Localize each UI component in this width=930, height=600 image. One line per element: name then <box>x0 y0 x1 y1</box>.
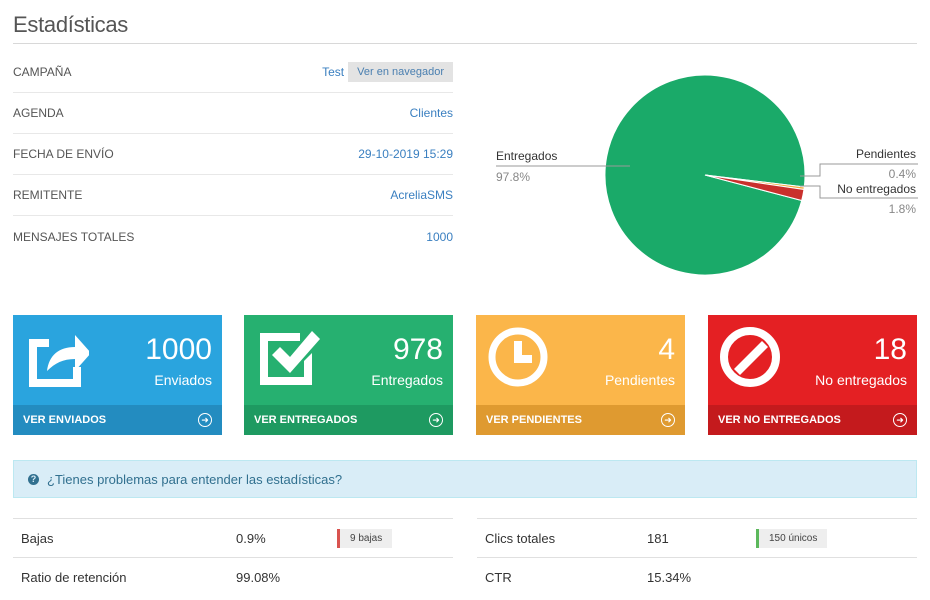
card-failed: 18 No entregados VER NO ENTREGADOS ➜ <box>708 315 917 435</box>
page-title: Estadísticas <box>13 12 129 37</box>
card-sent-number: 1000 <box>145 333 212 366</box>
clicks-label: Clics totales <box>485 530 556 546</box>
info-row-campaign: CAMPAÑA Test Ver en navegador <box>13 52 453 93</box>
clicks-badge[interactable]: 150 únicos <box>756 528 828 548</box>
date-value: 29-10-2019 15:29 <box>358 147 453 161</box>
help-banner[interactable]: ? ¿Tienes problemas para entender las es… <box>13 460 917 498</box>
info-row-agenda: AGENDA Clientes <box>13 93 453 134</box>
card-pending: 4 Pendientes VER PENDIENTES ➜ <box>476 315 685 435</box>
check-icon <box>260 331 320 385</box>
info-row-date: FECHA DE ENVÍO 29-10-2019 15:29 <box>13 134 453 175</box>
arrow-right-icon: ➜ <box>893 413 907 427</box>
card-pending-label: Pendientes <box>604 372 675 388</box>
share-icon <box>29 335 89 387</box>
stats-row-ctr: CTR 15.34% <box>477 557 917 596</box>
view-delivered-link[interactable]: VER ENTREGADOS ➜ <box>244 405 453 435</box>
agenda-label: AGENDA <box>13 106 64 120</box>
pie-percent-no-entregados: 1.8% <box>889 202 917 216</box>
info-row-total: MENSAJES TOTALES 1000 <box>13 216 453 257</box>
title-divider <box>13 43 917 44</box>
card-delivered-body: 978 Entregados <box>244 315 453 405</box>
clicks-value: 181 <box>647 530 669 546</box>
view-delivered-label: VER ENTREGADOS <box>254 414 358 426</box>
info-row-sender: REMITENTE AcreliaSMS <box>13 175 453 216</box>
card-delivered-number: 978 <box>392 333 443 366</box>
view-pending-link[interactable]: VER PENDIENTES ➜ <box>476 405 685 435</box>
sender-value: AcreliaSMS <box>390 188 453 202</box>
pie-label-pendientes: Pendientes <box>856 147 916 161</box>
view-sent-link[interactable]: VER ENVIADOS ➜ <box>13 405 222 435</box>
view-in-browser-button[interactable]: Ver en navegador <box>348 62 453 82</box>
view-pending-label: VER PENDIENTES <box>486 414 582 426</box>
pie-label-entregados: Entregados <box>496 149 557 163</box>
pie-percent-entregados: 97.8% <box>496 170 530 184</box>
status-cards: 1000 Enviados VER ENVIADOS ➜ 978 Entrega… <box>13 315 917 435</box>
date-label: FECHA DE ENVÍO <box>13 147 114 161</box>
unsubscribes-value: 0.9% <box>236 530 266 546</box>
card-sent: 1000 Enviados VER ENVIADOS ➜ <box>13 315 222 435</box>
card-delivered-label: Entregados <box>371 372 443 388</box>
unsubscribes-label: Bajas <box>21 530 54 546</box>
retention-value: 99.08% <box>236 569 281 585</box>
view-failed-link[interactable]: VER NO ENTREGADOS ➜ <box>708 405 917 435</box>
agenda-link[interactable]: Clientes <box>410 106 453 120</box>
unsubscribes-badge[interactable]: 9 bajas <box>337 528 393 548</box>
campaign-link[interactable]: Test <box>322 65 344 79</box>
arrow-right-icon: ➜ <box>429 413 443 427</box>
sender-label: REMITENTE <box>13 188 83 202</box>
card-sent-label: Enviados <box>154 372 212 388</box>
stats-table-right: Clics totales 181 150 únicos CTR 15.34% <box>477 518 917 596</box>
stats-row-unsubscribes: Bajas 0.9% 9 bajas <box>13 518 453 557</box>
card-failed-number: 18 <box>873 333 907 366</box>
question-icon: ? <box>28 473 39 485</box>
pie-percent-pendientes: 0.4% <box>889 167 917 181</box>
delivery-pie-chart: Entregados 97.8% Pendientes 0.4% No entr… <box>470 60 930 290</box>
stats-table-left: Bajas 0.9% 9 bajas Ratio de retención 99… <box>13 518 453 596</box>
ctr-value: 15.34% <box>647 569 692 585</box>
total-label: MENSAJES TOTALES <box>13 229 135 244</box>
pie-label-no-entregados: No entregados <box>837 182 916 196</box>
pie-svg: Entregados 97.8% Pendientes 0.4% No entr… <box>496 74 918 276</box>
arrow-right-icon: ➜ <box>661 413 675 427</box>
arrow-right-icon: ➜ <box>198 413 212 427</box>
total-value: 1000 <box>426 229 453 244</box>
card-failed-label: No entregados <box>815 372 907 388</box>
view-sent-label: VER ENVIADOS <box>23 414 107 426</box>
card-pending-number: 4 <box>658 333 675 366</box>
campaign-info-table: CAMPAÑA Test Ver en navegador AGENDA Cli… <box>13 52 453 257</box>
view-failed-label: VER NO ENTREGADOS <box>718 414 841 426</box>
card-delivered: 978 Entregados VER ENTREGADOS ➜ <box>244 315 453 435</box>
stats-row-clicks: Clics totales 181 150 únicos <box>477 518 917 557</box>
card-pending-body: 4 Pendientes <box>476 315 685 405</box>
retention-label: Ratio de retención <box>21 569 127 585</box>
clock-icon <box>488 327 548 387</box>
card-sent-body: 1000 Enviados <box>13 315 222 405</box>
ctr-label: CTR <box>485 569 512 585</box>
stats-row-retention: Ratio de retención 99.08% <box>13 557 453 596</box>
card-failed-body: 18 No entregados <box>708 315 917 405</box>
ban-icon <box>720 327 780 387</box>
campaign-label: CAMPAÑA <box>13 65 72 79</box>
help-text[interactable]: ¿Tienes problemas para entender las esta… <box>47 472 342 487</box>
